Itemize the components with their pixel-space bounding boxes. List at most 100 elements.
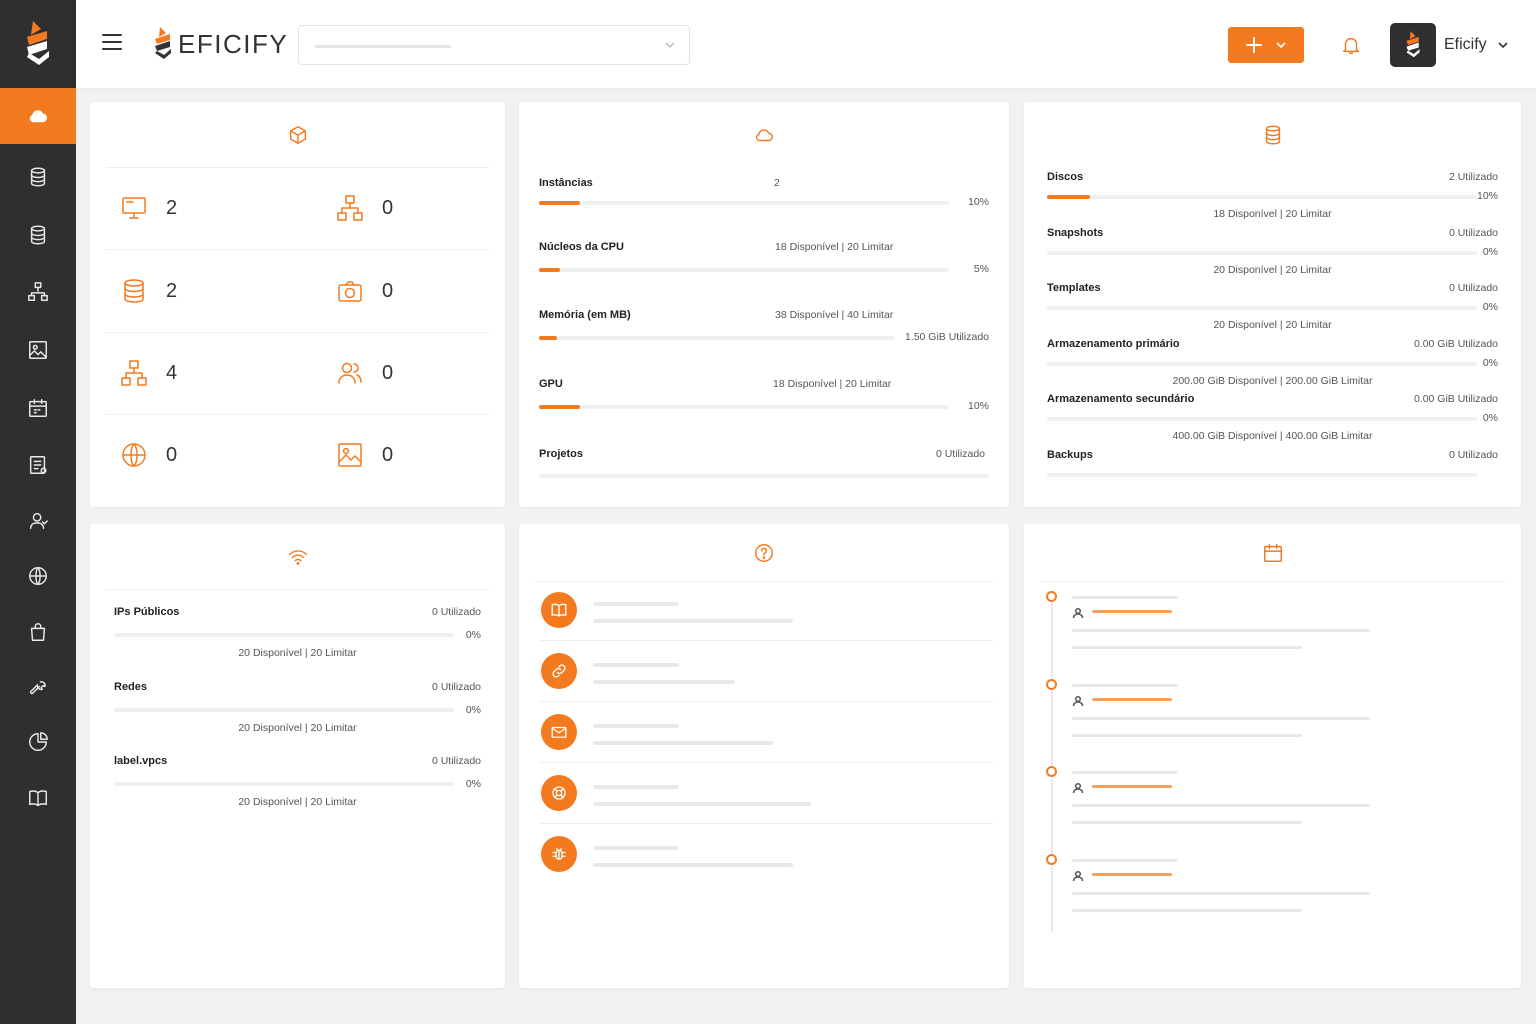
count-row: 4 0: [106, 333, 489, 415]
limit-availability: 20 Disponível | 20 Limitar: [238, 647, 357, 659]
count-volumes[interactable]: 2: [120, 277, 177, 305]
shopping-bag-icon: [30, 623, 46, 641]
usage-bar: [1047, 417, 1477, 421]
chevron-down-icon[interactable]: [1496, 38, 1510, 52]
sidebar-item-tools[interactable]: [0, 659, 76, 715]
timeline-dot: [1046, 591, 1057, 602]
book-icon: [551, 603, 567, 617]
count-domains[interactable]: 0: [120, 441, 177, 469]
count-value: 0: [166, 443, 178, 466]
link-icon: [552, 664, 566, 678]
card-header: [535, 524, 993, 582]
limit-label: Redes: [114, 680, 148, 693]
notifications-button[interactable]: [1340, 34, 1362, 61]
limit-label: Instâncias: [539, 177, 593, 189]
sidebar-item-dashboard[interactable]: [0, 88, 76, 144]
sidebar-item-images[interactable]: [0, 322, 76, 378]
eficify-logo-icon: [155, 27, 171, 59]
card-header: [1040, 524, 1505, 582]
placeholder-line: [593, 724, 679, 728]
placeholder-line: [593, 741, 773, 745]
limit-used: 0 Utilizado: [431, 680, 481, 693]
limit-value: 2: [774, 177, 780, 189]
count-row: 2 0: [106, 168, 489, 250]
card-header: [1040, 102, 1505, 168]
limit-availability: 18 Disponível | 20 Limitar: [1213, 208, 1332, 220]
create-button[interactable]: [1228, 27, 1304, 63]
placeholder-line: [1072, 716, 1370, 720]
select-placeholder: [315, 45, 451, 48]
cloud-icon: [755, 129, 773, 142]
placeholder-line: [593, 785, 679, 789]
sidebar-item-storage[interactable]: [0, 149, 76, 205]
limit-label: Memória (em MB): [539, 309, 631, 321]
count-value: 0: [382, 361, 394, 384]
usage-percent: 0%: [465, 778, 481, 790]
limit-label: Templates: [1047, 282, 1101, 294]
limit-used: 0 Utilizado: [1448, 448, 1498, 461]
help-link-support[interactable]: [539, 763, 993, 824]
storage-limits-card: Discos 2 Utilizado 10% 18 Disponível | 2…: [1024, 102, 1521, 507]
count-instances[interactable]: 2: [120, 194, 177, 222]
help-link-contact[interactable]: [539, 702, 993, 763]
timeline-dot: [1046, 678, 1057, 690]
count-users[interactable]: 0: [336, 359, 393, 387]
count-networks[interactable]: 0: [336, 194, 393, 222]
sidebar-item-domains[interactable]: [0, 548, 76, 604]
pie-chart-icon: [29, 732, 48, 751]
count-templates[interactable]: 0: [336, 441, 393, 469]
menu-toggle-icon[interactable]: [102, 34, 124, 54]
help-link-bug-report[interactable]: [539, 824, 993, 885]
sidebar-item-usage[interactable]: [0, 714, 76, 770]
placeholder-line: [1072, 908, 1302, 912]
project-select[interactable]: [298, 25, 690, 65]
usage-percent: 0%: [465, 629, 481, 641]
count-value: 4: [166, 361, 178, 384]
user-icon: [1072, 694, 1084, 712]
help-item-icon: [541, 592, 577, 628]
placeholder-line: [593, 846, 679, 850]
sidebar-item-accounts[interactable]: [0, 493, 76, 549]
sidebar-item-docs[interactable]: [0, 770, 76, 826]
placeholder-line: [1072, 733, 1302, 737]
sidebar-item-events[interactable]: [0, 380, 76, 436]
sidebar-item-reports[interactable]: [0, 437, 76, 493]
event-highlight-line: [1092, 697, 1172, 701]
limit-used: 0 Utilizado: [431, 755, 481, 767]
network-icon: [121, 360, 147, 386]
count-value: 0: [382, 196, 394, 219]
calendar-icon: [1263, 543, 1282, 562]
placeholder-line: [593, 602, 679, 606]
compute-limits-card: Instâncias 2 10% Núcleos da CPU 18 Dispo…: [519, 102, 1009, 507]
usage-bar: [539, 405, 949, 409]
sidebar-item-network[interactable]: [0, 264, 76, 320]
sidebar-item-volumes[interactable]: [0, 207, 76, 263]
sidebar-logo[interactable]: [0, 0, 76, 88]
cloud-icon: [29, 110, 47, 123]
brand-logo[interactable]: EFICIFY: [152, 24, 288, 64]
limit-used: 2 Utilizado: [1448, 171, 1498, 183]
count-snapshots[interactable]: 0: [336, 277, 393, 305]
card-header: [106, 102, 489, 168]
report-icon: [29, 456, 47, 474]
users-icon: [338, 362, 362, 384]
count-row: 0 0: [106, 415, 489, 497]
usage-bar: [1047, 250, 1477, 255]
help-link-docs[interactable]: [539, 580, 993, 641]
count-vpcs[interactable]: 4: [120, 359, 177, 387]
plus-icon: [1246, 37, 1262, 53]
placeholder-line: [593, 680, 735, 684]
monitor-icon: [122, 197, 146, 219]
limit-label: Projetos: [539, 448, 584, 460]
sidebar-item-marketplace[interactable]: [0, 604, 76, 660]
user-name[interactable]: Eficify: [1444, 36, 1487, 54]
user-icon: [1072, 781, 1084, 799]
usage-percent: 0%: [1482, 412, 1498, 424]
help-item-icon: [541, 714, 577, 750]
count-value: 0: [382, 443, 394, 466]
avatar[interactable]: [1390, 23, 1436, 67]
timeline-dot: [1046, 766, 1057, 777]
limit-availability: 38 Disponível | 40 Limitar: [775, 309, 894, 321]
count-row: 2 0: [106, 251, 489, 333]
help-link-integrations[interactable]: [539, 641, 993, 702]
